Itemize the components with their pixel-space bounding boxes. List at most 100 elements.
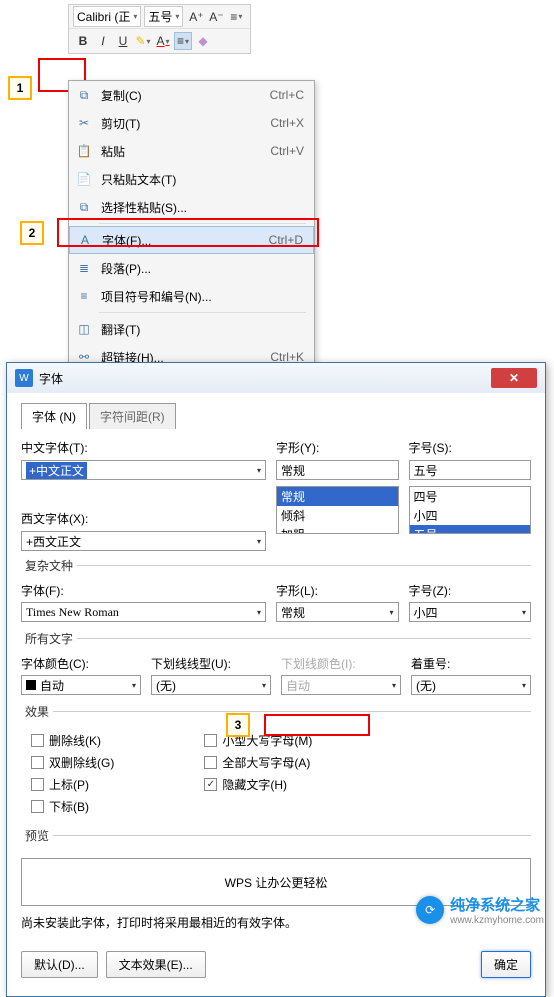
font-icon: A bbox=[76, 231, 94, 249]
shortcut: Ctrl+D bbox=[269, 233, 303, 247]
font-color-combo[interactable]: 自动▾ bbox=[21, 675, 141, 695]
allcaps-checkbox[interactable]: 全部大写字母(A) bbox=[204, 754, 312, 771]
menu-copy[interactable]: ⧉ 复制(C) Ctrl+C bbox=[69, 81, 314, 109]
list-item[interactable]: 四号 bbox=[410, 487, 531, 506]
list-item[interactable]: 倾斜 bbox=[277, 506, 398, 525]
callout-2: 2 bbox=[20, 221, 44, 245]
list-item[interactable]: 常规 bbox=[277, 487, 398, 506]
italic-button[interactable]: I bbox=[94, 32, 112, 50]
text-effect-button[interactable]: 文本效果(E)... bbox=[106, 951, 206, 978]
complex-style-combo[interactable]: 常规▾ bbox=[276, 602, 399, 622]
list-item[interactable]: 五号 bbox=[410, 525, 531, 534]
group-legend: 预览 bbox=[21, 827, 53, 844]
preview-text: WPS 让办公更轻松 bbox=[225, 874, 328, 891]
dstrike-checkbox[interactable]: 双删除线(G) bbox=[31, 754, 114, 771]
ok-button[interactable]: 确定 bbox=[481, 951, 531, 978]
underline-label: 下划线线型(U): bbox=[151, 655, 271, 672]
menu-paste[interactable]: 📋 粘贴 Ctrl+V bbox=[69, 137, 314, 165]
menu-label: 字体(F)... bbox=[102, 232, 151, 249]
all-text-group: 所有文字 字体颜色(C): 自动▾ 下划线线型(U): (无)▾ 下划线颜色(I… bbox=[21, 630, 531, 697]
complex-size-combo[interactable]: 小四▾ bbox=[409, 602, 532, 622]
menu-label: 粘贴 bbox=[101, 143, 125, 160]
font-color-value: 自动 bbox=[40, 677, 64, 694]
callout-1: 1 bbox=[8, 76, 32, 100]
formatting-toolbar: Calibri (正▾ 五号▾ A⁺ A⁻ ≡ B I U ✎ A ≡ ◆ bbox=[68, 4, 251, 54]
underline-button[interactable]: U bbox=[114, 32, 132, 50]
menu-bullets[interactable]: ≡ 项目符号和编号(N)... bbox=[69, 282, 314, 310]
complex-scripts-group: 复杂文种 字体(F): Times New Roman▾ 字形(L): 常规▾ … bbox=[21, 557, 531, 624]
chk-label: 上标(P) bbox=[49, 776, 89, 793]
menu-translate[interactable]: ◫ 翻译(T) bbox=[69, 315, 314, 343]
group-legend: 所有文字 bbox=[21, 630, 77, 647]
grow-font-button[interactable]: A⁺ bbox=[187, 8, 205, 26]
underline-color-combo: 自动▾ bbox=[281, 675, 401, 695]
font-color-button[interactable]: A bbox=[154, 32, 172, 50]
underline-color-label: 下划线颜色(I): bbox=[281, 655, 401, 672]
size-input[interactable]: 五号 bbox=[409, 460, 532, 480]
paste-icon: 📋 bbox=[75, 142, 93, 160]
cn-font-combo[interactable]: +中文正文▾ bbox=[21, 460, 266, 480]
superscript-checkbox[interactable]: 上标(P) bbox=[31, 776, 114, 793]
smallcaps-checkbox[interactable]: 小型大写字母(M) bbox=[204, 732, 312, 749]
style-input[interactable]: 常规 bbox=[276, 460, 399, 480]
complex-font-label: 字体(F): bbox=[21, 582, 266, 599]
complex-font-combo[interactable]: Times New Roman▾ bbox=[21, 602, 266, 622]
list-item[interactable]: 小四 bbox=[410, 506, 531, 525]
group-legend: 复杂文种 bbox=[21, 557, 77, 574]
hidden-checkbox[interactable]: ✓ 隐藏文字(H) bbox=[204, 776, 312, 793]
menu-separator bbox=[99, 223, 306, 224]
menu-label: 只粘贴文本(T) bbox=[101, 171, 176, 188]
line-spacing-button[interactable]: ≡ bbox=[227, 8, 245, 26]
tab-spacing[interactable]: 字符间距(R) bbox=[89, 403, 176, 429]
dropdown-icon: ▾ bbox=[257, 466, 261, 475]
default-button[interactable]: 默认(D)... bbox=[21, 951, 98, 978]
strike-checkbox[interactable]: 删除线(K) bbox=[31, 732, 114, 749]
checkbox-checked-icon: ✓ bbox=[204, 778, 217, 791]
menu-separator bbox=[99, 312, 306, 313]
tab-font[interactable]: 字体 (N) bbox=[21, 403, 87, 429]
size-label: 字号(S): bbox=[409, 439, 532, 456]
complex-size-label: 字号(Z): bbox=[409, 582, 532, 599]
close-button[interactable]: ✕ bbox=[491, 368, 537, 388]
watermark-title: 纯净系统之家 bbox=[450, 894, 544, 915]
dialog-titlebar[interactable]: W 字体 ✕ bbox=[7, 363, 545, 393]
align-button[interactable]: ≡ bbox=[174, 32, 192, 50]
west-font-combo[interactable]: +西文正文▾ bbox=[21, 531, 266, 551]
menu-cut[interactable]: ✂ 剪切(T) Ctrl+X bbox=[69, 109, 314, 137]
font-family-select[interactable]: Calibri (正▾ bbox=[73, 6, 141, 27]
chk-label: 全部大写字母(A) bbox=[222, 754, 310, 771]
dialog-tabs: 字体 (N) 字符间距(R) bbox=[21, 403, 531, 429]
underline-combo[interactable]: (无)▾ bbox=[151, 675, 271, 695]
underline-color-value: 自动 bbox=[286, 677, 310, 694]
menu-label: 项目符号和编号(N)... bbox=[101, 288, 212, 305]
font-size-select[interactable]: 五号▾ bbox=[144, 6, 183, 27]
bold-button[interactable]: B bbox=[74, 32, 92, 50]
menu-label: 选择性粘贴(S)... bbox=[101, 199, 187, 216]
paste-text-icon: 📄 bbox=[75, 170, 93, 188]
chk-label: 隐藏文字(H) bbox=[222, 776, 287, 793]
highlight-button[interactable]: ✎ bbox=[134, 32, 152, 50]
menu-font[interactable]: A 字体(F)... Ctrl+D bbox=[69, 226, 314, 254]
font-size-value: 五号 bbox=[148, 8, 172, 25]
shrink-font-button[interactable]: A⁻ bbox=[207, 8, 225, 26]
shortcut: Ctrl+C bbox=[270, 88, 304, 102]
subscript-checkbox[interactable]: 下标(B) bbox=[31, 798, 114, 815]
menu-paragraph[interactable]: ≣ 段落(P)... bbox=[69, 254, 314, 282]
eraser-button[interactable]: ◆ bbox=[194, 32, 212, 50]
complex-font-value: Times New Roman bbox=[26, 605, 119, 620]
menu-paste-special[interactable]: ⧉ 选择性粘贴(S)... bbox=[69, 193, 314, 221]
style-listbox[interactable]: 常规 倾斜 加粗 bbox=[276, 486, 399, 534]
size-listbox[interactable]: 四号 小四 五号 bbox=[409, 486, 532, 534]
menu-paste-text[interactable]: 📄 只粘贴文本(T) bbox=[69, 165, 314, 193]
menu-label: 剪切(T) bbox=[101, 115, 140, 132]
cn-font-label: 中文字体(T): bbox=[21, 439, 266, 456]
accent-combo[interactable]: (无)▾ bbox=[411, 675, 531, 695]
underline-value: (无) bbox=[156, 677, 176, 694]
accent-value: (无) bbox=[416, 677, 436, 694]
dropdown-icon: ▾ bbox=[257, 537, 261, 546]
list-item[interactable]: 加粗 bbox=[277, 525, 398, 534]
menu-label: 翻译(T) bbox=[101, 321, 140, 338]
complex-style-value: 常规 bbox=[281, 604, 305, 621]
chk-label: 删除线(K) bbox=[49, 732, 101, 749]
font-family-value: Calibri (正 bbox=[77, 8, 130, 25]
